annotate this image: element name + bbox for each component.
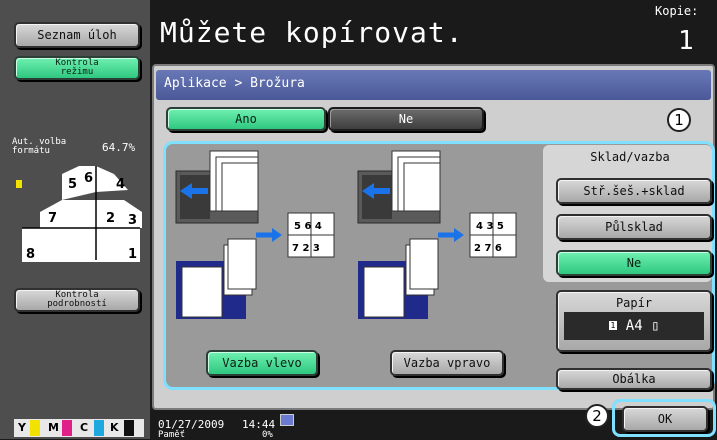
mode-check-label-2: režimu [60, 67, 94, 77]
toner-bar-k [124, 420, 134, 436]
booklet-preview-svg: 5 6 4 7 2 3 8 1 [16, 166, 142, 262]
auto-format-label-2: formátu [12, 146, 50, 156]
copies-count: 1 [678, 26, 694, 56]
no-fold-button[interactable]: Ne [556, 250, 712, 276]
network-icon [280, 414, 294, 426]
paper-label: Papír [615, 296, 653, 310]
job-list-button[interactable]: Seznam úloh [14, 22, 140, 48]
toner-bar-y [30, 420, 40, 436]
no-toggle-button[interactable]: Ne [328, 107, 484, 131]
binding-illustrations: 5 6 4 7 2 3 4 3 5 2 7 6 [170, 145, 536, 385]
illus-left-number: 7 2 3 [292, 243, 320, 254]
paper-value-box: 1 A4 ▯ [564, 312, 704, 340]
zoom-value: 64.7% [102, 141, 136, 154]
illus-left-number: 5 6 4 [294, 221, 322, 232]
illus-right-number: 2 7 6 [474, 243, 502, 254]
yes-toggle-button[interactable]: Ano [166, 107, 326, 131]
preview-number: 2 [106, 211, 115, 226]
detail-check-label-2: podrobností [47, 299, 107, 309]
toner-label-m: M [48, 421, 59, 434]
preview-number: 3 [128, 213, 137, 228]
toner-label-k: K [110, 421, 119, 434]
mode-check-button[interactable]: Kontrola režimu [14, 56, 140, 80]
binding-illustration-svg: 5 6 4 7 2 3 4 3 5 2 7 6 [175, 150, 517, 319]
status-title: Můžete kopírovat. [160, 16, 464, 49]
breadcrumb: Aplikace > Brožura [156, 70, 711, 100]
auto-format-label: Aut. volba formátu [12, 138, 66, 156]
copies-label: Kopie: [655, 4, 699, 18]
detail-check-button[interactable]: Kontrola podrobností [14, 288, 140, 312]
bind-left-button[interactable]: Vazba vlevo [206, 350, 318, 376]
preview-number: 1 [128, 247, 137, 262]
preview-number: 4 [116, 177, 125, 192]
toner-label-y: Y [18, 421, 26, 434]
toner-bar-c [94, 420, 104, 436]
toner-bar-m [62, 420, 72, 436]
toner-levels: Y M C K [14, 419, 144, 437]
callout-1: 1 [667, 108, 691, 132]
booklet-preview: 5 6 4 7 2 3 8 1 [16, 160, 146, 270]
preview-number: 8 [26, 247, 35, 262]
paper-orientation-icon: ▯ [651, 318, 660, 334]
preview-number: 7 [48, 211, 57, 226]
cover-button[interactable]: Obálka [556, 368, 712, 390]
paper-value: A4 [625, 318, 643, 334]
illus-right-number: 4 3 5 [476, 221, 504, 232]
callout-2: 2 [585, 404, 609, 428]
half-fold-button[interactable]: Půlsklad [556, 214, 712, 240]
ok-button[interactable]: OK [622, 406, 708, 432]
center-staple-fold-button[interactable]: Stř.šeš.+sklad [556, 178, 712, 204]
fold-heading: Sklad/vazba [590, 150, 670, 164]
paper-button[interactable]: Papír 1 A4 ▯ [556, 290, 712, 352]
preview-number: 6 [84, 171, 93, 186]
paper-tray-icon: 1 [608, 321, 618, 330]
bind-right-button[interactable]: Vazba vpravo [390, 350, 504, 376]
toner-label-c: C [80, 421, 89, 434]
preview-number: 5 [68, 177, 77, 192]
